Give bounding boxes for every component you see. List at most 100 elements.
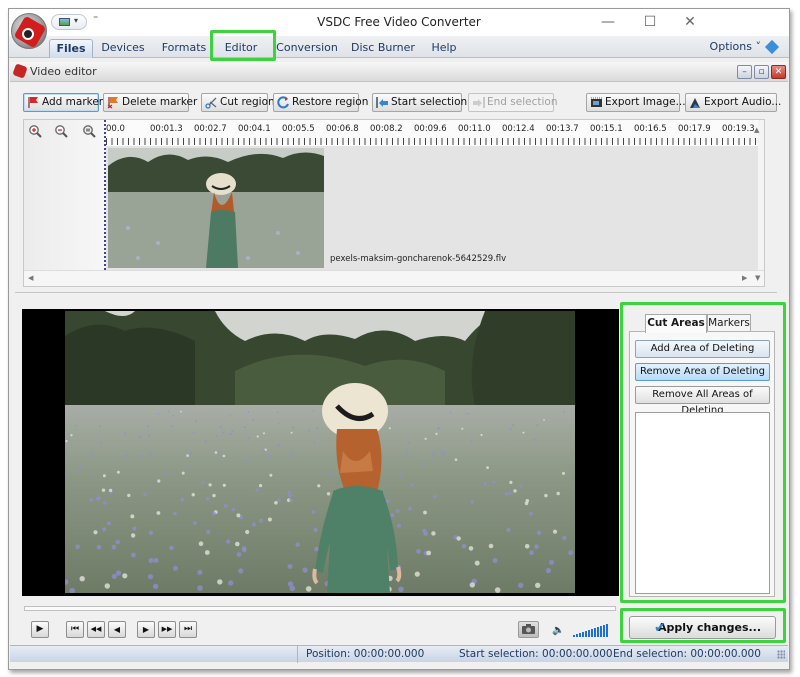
flower-dot (456, 536, 461, 541)
flower-dot (241, 546, 247, 551)
snapshot-button[interactable] (518, 621, 539, 638)
flower-dot (535, 582, 541, 588)
ruler-label: 00:09.6 (414, 124, 447, 134)
flower-dot (268, 454, 272, 458)
zoom-out-icon[interactable] (54, 124, 68, 138)
flower-dot (201, 481, 205, 485)
go-to-start-button[interactable]: ⏮ (66, 621, 84, 638)
export-image-button[interactable]: Export Image... (586, 93, 686, 112)
cut-areas-list[interactable] (635, 412, 770, 594)
ruler-label: 00.0 (106, 124, 125, 134)
video-preview[interactable] (22, 309, 619, 596)
volume-slider[interactable] (573, 623, 609, 637)
tab-files[interactable]: Files (49, 39, 93, 58)
apply-changes-button[interactable]: ✔ Apply changes... (629, 616, 776, 639)
flower-dot (223, 504, 228, 508)
zoom-fit-icon[interactable] (82, 124, 96, 138)
panel-splitter[interactable] (15, 292, 777, 293)
tab-cut-areas[interactable]: Cut Areas (645, 314, 707, 333)
restore-region-button[interactable]: Restore region (273, 93, 368, 112)
volume-bar (573, 635, 575, 637)
time-ruler[interactable]: 00.0 00:01.3 00:02.7 00:04.1 00:05.5 00:06.8 0… (106, 120, 758, 146)
flag-add-icon (28, 97, 38, 108)
scroll-left-arrow-icon[interactable]: ◀ (28, 274, 33, 282)
play-button[interactable]: ▶ (31, 621, 49, 638)
flower-dot (467, 412, 470, 415)
tab-conversion[interactable]: Conversion (275, 39, 339, 58)
app-logo-icon[interactable] (11, 13, 47, 49)
tab-disc-burner[interactable]: Disc Burner (351, 39, 415, 58)
flower-dot (157, 413, 159, 416)
seek-bar[interactable] (24, 606, 616, 611)
playhead-cursor[interactable] (104, 120, 106, 270)
remove-area-of-deleting-button[interactable]: Remove Area of Deleting (635, 363, 770, 381)
status-divider (297, 646, 298, 663)
add-marker-button[interactable]: Add marker (23, 93, 103, 112)
next-frame-button[interactable]: ▶ (137, 621, 155, 638)
go-to-end-button[interactable]: ⏭ (179, 621, 197, 638)
flower-dot (238, 568, 244, 574)
scroll-right-arrow-icon[interactable]: ▶ (742, 274, 747, 282)
fast-forward-button[interactable]: ▶▶ (158, 621, 176, 638)
maximize-button[interactable]: ☐ (635, 12, 665, 32)
minimize-button[interactable]: — (593, 12, 623, 32)
flower-dot (247, 411, 250, 414)
zoom-in-icon[interactable] (28, 124, 42, 138)
diamond-icon[interactable] (764, 39, 780, 55)
add-area-of-deleting-button[interactable]: Add Area of Deleting (635, 340, 770, 358)
delete-marker-button[interactable]: Delete marker (103, 93, 197, 112)
flower-dot (407, 441, 410, 444)
flower-dot (101, 488, 106, 492)
start-selection-button[interactable]: Start selection (372, 93, 467, 112)
doc-close-button[interactable]: ✕ (771, 65, 786, 79)
close-button[interactable]: ✕ (675, 12, 705, 32)
flower-dot (292, 426, 295, 429)
flower-dot (449, 411, 452, 414)
ruler-label: 00:11.0 (458, 124, 491, 134)
flower-dot (132, 526, 137, 531)
speaker-icon[interactable]: 🔈 (552, 625, 564, 636)
flower-dot (562, 535, 567, 541)
flower-dot (70, 434, 73, 437)
video-track[interactable]: pexels-maksim-goncharenok-5642529.flv (106, 146, 758, 270)
flower-dot (236, 552, 242, 557)
document-title: Video editor (30, 65, 97, 78)
export-audio-button[interactable]: Export Audio... (685, 93, 781, 112)
scroll-up-arrow-icon[interactable]: ▲ (754, 126, 759, 134)
flower-dot (148, 558, 154, 563)
options-menu[interactable]: Options ˅ (710, 40, 761, 53)
restore-region-label: Restore region (292, 96, 369, 108)
flower-dot (115, 570, 122, 576)
timeline-horizontal-scrollbar[interactable]: ◀ ▶ ▼ (24, 270, 764, 286)
tab-help[interactable]: Help (427, 39, 461, 58)
scroll-down-arrow-icon[interactable]: ▼ (755, 274, 760, 282)
flower-dot (195, 420, 197, 423)
tab-devices[interactable]: Devices (97, 39, 149, 58)
flower-dot (259, 518, 263, 523)
cut-region-button[interactable]: Cut region (201, 93, 275, 112)
flower-dot (437, 427, 440, 430)
end-selection-button[interactable]: End selection (468, 93, 558, 112)
flower-dot (311, 510, 316, 514)
flower-dot (329, 472, 333, 476)
flower-dot (131, 552, 136, 558)
video-clip-thumbnail[interactable] (108, 148, 324, 268)
doc-restore-button[interactable]: ▫ (754, 65, 769, 79)
flower-dot (474, 560, 480, 566)
doc-minimize-button[interactable]: – (737, 65, 752, 79)
rewind-button[interactable]: ◀◀ (87, 621, 105, 638)
flower-dot (519, 484, 523, 488)
remove-all-areas-of-deleting-button[interactable]: Remove All Areas of Deleting (635, 386, 770, 416)
flower-dot (469, 582, 475, 588)
tab-formats[interactable]: Formats (157, 39, 211, 58)
flower-dot (103, 501, 107, 505)
flower-dot (181, 471, 185, 475)
flower-dot (568, 550, 573, 556)
resize-grip[interactable] (777, 650, 785, 659)
tab-editor[interactable]: Editor (215, 39, 267, 58)
flower-dot (461, 543, 467, 549)
previous-frame-button[interactable]: ◀ (108, 621, 126, 638)
tab-markers[interactable]: Markers (707, 314, 751, 332)
flower-dot (492, 480, 496, 484)
flower-dot (534, 544, 539, 549)
